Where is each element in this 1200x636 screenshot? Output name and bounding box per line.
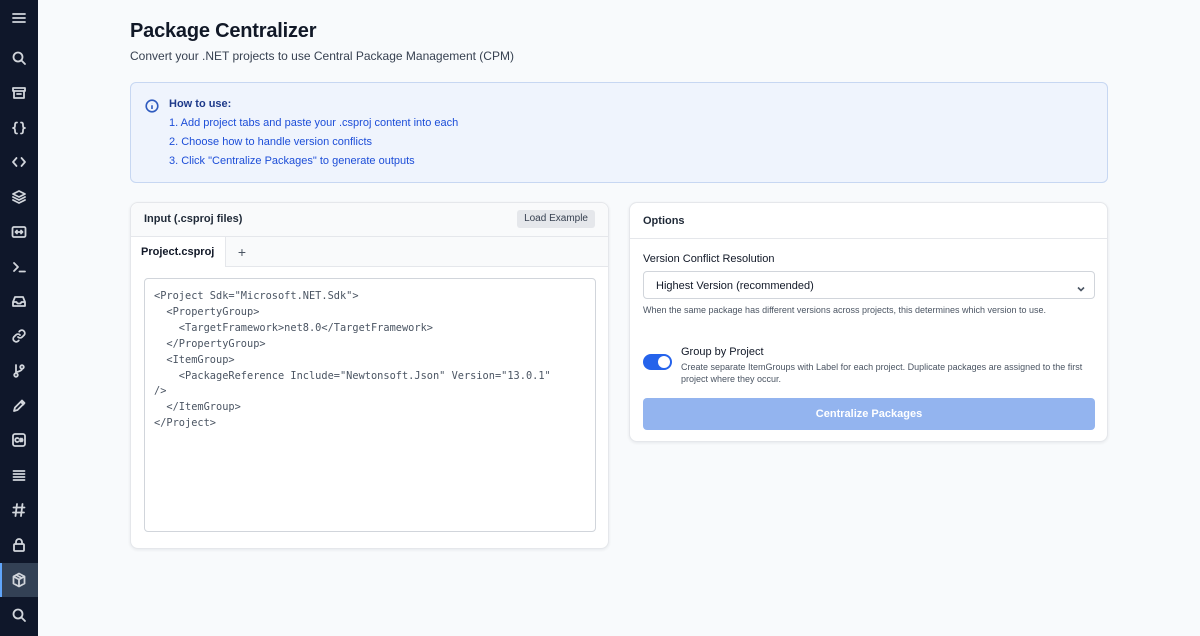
load-example-button[interactable]: Load Example (517, 210, 595, 228)
braces-icon[interactable] (0, 111, 38, 145)
version-conflict-help: When the same package has different vers… (643, 305, 1047, 315)
inbox-icon[interactable] (0, 284, 38, 318)
options-panel: Options Version Conflict Resolution High… (629, 202, 1108, 442)
centralize-packages-button[interactable]: Centralize Packages (643, 398, 1095, 430)
search-icon[interactable] (0, 41, 38, 75)
git-icon[interactable] (0, 354, 38, 388)
toggle-knob (658, 356, 670, 368)
csharp-icon[interactable] (0, 423, 38, 457)
chevron-down-icon (1076, 281, 1086, 292)
info-icon (145, 99, 159, 113)
version-conflict-label: Version Conflict Resolution (643, 253, 775, 265)
group-by-project-label: Group by Project (681, 346, 764, 358)
archive-icon[interactable] (0, 76, 38, 110)
info-step: 2. Choose how to handle version conflict… (169, 136, 373, 148)
info-step: 1. Add project tabs and paste your .cspr… (169, 117, 459, 129)
search-icon[interactable] (0, 598, 38, 632)
list-icon[interactable] (0, 458, 38, 492)
input-panel: Input (.csproj files) Load Example Proje… (130, 202, 609, 549)
pen-icon[interactable] (0, 389, 38, 423)
menu-icon[interactable] (0, 1, 38, 35)
lock-icon[interactable] (0, 528, 38, 562)
group-by-project-description: Create separate ItemGroups with Label fo… (681, 362, 1083, 384)
page-title: Package Centralizer (130, 20, 317, 42)
info-step: 3. Click "Centralize Packages" to genera… (169, 155, 415, 167)
layers-icon[interactable] (0, 180, 38, 214)
group-by-project-toggle[interactable] (643, 354, 672, 370)
link-icon[interactable] (0, 319, 38, 353)
terminal-icon[interactable] (0, 250, 38, 284)
input-panel-header: Input (.csproj files) Load Example (131, 203, 608, 237)
package-icon[interactable] (0, 563, 38, 597)
sidebar (0, 0, 38, 636)
arrows-h-icon[interactable] (0, 215, 38, 249)
options-panel-header: Options (630, 203, 1107, 239)
project-tabs: Project.csproj + (131, 237, 608, 267)
code-icon[interactable] (0, 145, 38, 179)
version-conflict-select[interactable]: Highest Version (recommended) (643, 271, 1095, 299)
csproj-editor[interactable]: <Project Sdk="Microsoft.NET.Sdk"> <Prope… (144, 278, 596, 532)
how-to-use-info: How to use: 1. Add project tabs and past… (130, 82, 1108, 183)
version-conflict-value: Highest Version (recommended) (656, 280, 814, 292)
tab-project-csproj[interactable]: Project.csproj (131, 237, 226, 267)
options-panel-title: Options (643, 215, 685, 227)
input-panel-title: Input (.csproj files) (144, 213, 243, 225)
add-tab-button[interactable]: + (232, 237, 252, 267)
page-subtitle: Convert your .NET projects to use Centra… (130, 49, 514, 63)
info-heading: How to use: (169, 98, 232, 110)
hash-icon[interactable] (0, 493, 38, 527)
